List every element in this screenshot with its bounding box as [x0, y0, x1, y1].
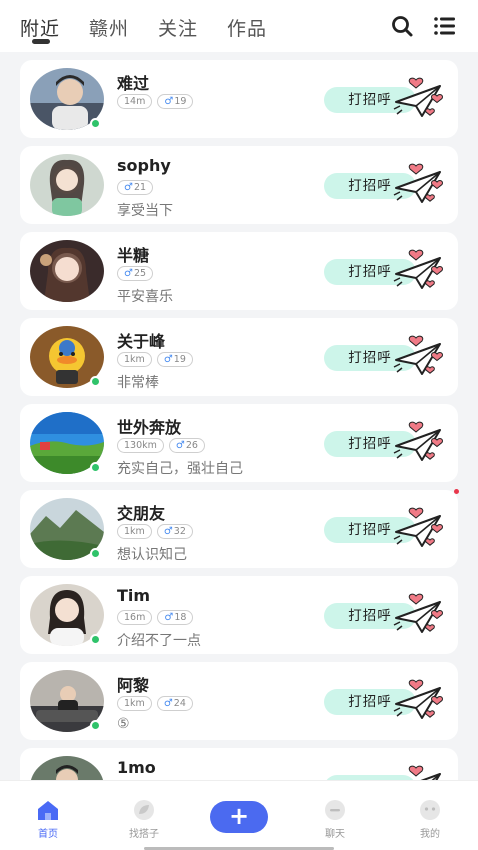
- age-tag: ♂ 18: [157, 610, 194, 625]
- age-tag: ♂ 26: [168, 438, 205, 453]
- age-tag: ♂ 21: [117, 180, 154, 195]
- user-name[interactable]: 难过: [117, 70, 149, 94]
- online-status-dot: [90, 118, 101, 129]
- age-tag: ♂ 24: [156, 696, 193, 711]
- user-name[interactable]: sophy: [117, 156, 171, 175]
- user-card[interactable]: 世外奔放 130km ♂ 26 充实自己，强壮自己 打招呼: [20, 404, 458, 482]
- nav-find-partner-label: 找搭子: [129, 829, 159, 840]
- search-icon[interactable]: [390, 14, 414, 38]
- user-name[interactable]: 半糖: [117, 242, 149, 266]
- paper-plane-hearts-icon[interactable]: [392, 248, 448, 294]
- user-signature: 享受当下: [117, 203, 173, 219]
- male-icon: ♂: [124, 268, 133, 279]
- user-card[interactable]: 关于峰 1km ♂ 19 非常棒 打招呼: [20, 318, 458, 396]
- user-tags: 1km ♂ 19: [117, 352, 193, 368]
- male-icon: ♂: [164, 612, 174, 623]
- distance-tag: 16m: [117, 610, 153, 625]
- user-tags: 16m ♂ 18: [117, 610, 194, 626]
- user-avatar[interactable]: [30, 154, 104, 216]
- nav-home-label: 首页: [38, 829, 58, 840]
- user-avatar[interactable]: [30, 756, 104, 780]
- tab-following[interactable]: 关注: [158, 14, 198, 41]
- paper-plane-hearts-icon[interactable]: [392, 334, 448, 380]
- notification-dot: [454, 489, 459, 494]
- nav-home[interactable]: 首页: [18, 799, 78, 840]
- male-icon: ♂: [163, 526, 173, 537]
- publish-plus-button[interactable]: +: [210, 801, 268, 833]
- distance-tag: 1km: [117, 696, 152, 711]
- tab-nearby[interactable]: 附近: [20, 14, 60, 41]
- paper-plane-hearts-icon[interactable]: [392, 764, 448, 780]
- male-icon: ♂: [163, 354, 173, 365]
- user-name[interactable]: 1mo: [117, 758, 156, 777]
- user-card[interactable]: 交朋友 1km ♂ 32 想认识知己 打招呼: [20, 490, 458, 568]
- distance-tag: 1km: [117, 524, 152, 539]
- age-tag: ♂ 25: [117, 266, 154, 281]
- user-name[interactable]: 阿黎: [117, 672, 149, 696]
- user-tags: ♂ 21: [117, 180, 154, 196]
- tab-ganzhou[interactable]: 赣州: [89, 14, 129, 41]
- paper-plane-hearts-icon[interactable]: [392, 76, 448, 122]
- list-menu-icon[interactable]: [433, 14, 457, 38]
- user-card[interactable]: sophy ♂ 21 享受当下 打招呼: [20, 146, 458, 224]
- nav-chat-label: 聊天: [325, 829, 345, 840]
- paper-plane-hearts-icon[interactable]: [392, 592, 448, 638]
- user-tags: 130km ♂ 26: [117, 438, 205, 454]
- nav-profile[interactable]: 我的: [400, 799, 460, 840]
- distance-tag: 14m: [117, 94, 153, 109]
- leaf-icon: [134, 800, 154, 820]
- user-tags: 14m ♂ 19: [117, 94, 194, 110]
- user-card[interactable]: 难过 14m ♂ 19 打招呼: [20, 60, 458, 138]
- user-card[interactable]: 阿黎 1km ♂ 24 ⑤ 打招呼: [20, 662, 458, 740]
- smiley-profile-icon: [420, 800, 440, 820]
- user-name[interactable]: Tim: [117, 586, 150, 605]
- nav-chat[interactable]: 聊天: [305, 799, 365, 840]
- paper-plane-hearts-icon[interactable]: [392, 506, 448, 552]
- online-status-dot: [90, 376, 101, 387]
- paper-plane-hearts-icon[interactable]: [392, 162, 448, 208]
- top-tab-bar: 附近 赣州 关注 作品: [0, 0, 478, 52]
- male-icon: ♂: [163, 698, 173, 709]
- age-tag: ♂ 19: [156, 352, 193, 367]
- user-tags: ♂ 25: [117, 266, 154, 282]
- user-card[interactable]: Tim 16m ♂ 18 介绍不了一点 打招呼: [20, 576, 458, 654]
- bottom-nav: 首页 找搭子 + 聊天 我的: [0, 780, 478, 850]
- user-name[interactable]: 交朋友: [117, 500, 165, 524]
- user-card[interactable]: 1mo 打招呼: [20, 748, 458, 780]
- online-status-dot: [90, 462, 101, 473]
- user-signature: ⑤: [117, 716, 130, 732]
- home-icon: [38, 801, 58, 820]
- user-name[interactable]: 关于峰: [117, 328, 165, 352]
- user-signature: 介绍不了一点: [117, 633, 201, 649]
- male-icon: ♂: [175, 440, 185, 451]
- paper-plane-hearts-icon[interactable]: [392, 678, 448, 724]
- nav-find-partner[interactable]: 找搭子: [114, 799, 174, 840]
- user-name[interactable]: 世外奔放: [117, 414, 181, 438]
- user-signature: 想认识知己: [117, 547, 187, 563]
- age-tag: ♂ 19: [157, 94, 194, 109]
- online-status-dot: [90, 548, 101, 559]
- distance-tag: 1km: [117, 352, 152, 367]
- online-status-dot: [90, 720, 101, 731]
- chat-bubble-icon: [325, 800, 345, 820]
- male-icon: ♂: [164, 96, 174, 107]
- paper-plane-hearts-icon[interactable]: [392, 420, 448, 466]
- age-tag: ♂ 32: [156, 524, 193, 539]
- active-tab-indicator: [32, 39, 50, 44]
- distance-tag: 130km: [117, 438, 164, 453]
- nearby-user-list[interactable]: 难过 14m ♂ 19 打招呼 sophy ♂ 21 享受当下 打招呼 半糖 ♂…: [0, 52, 478, 780]
- user-avatar[interactable]: [30, 240, 104, 302]
- user-signature: 平安喜乐: [117, 289, 173, 305]
- user-signature: 充实自己，强壮自己: [117, 461, 243, 477]
- online-status-dot: [90, 634, 101, 645]
- user-tags: 1km ♂ 32: [117, 524, 193, 540]
- user-card[interactable]: 半糖 ♂ 25 平安喜乐 打招呼: [20, 232, 458, 310]
- user-signature: 非常棒: [117, 375, 159, 391]
- tab-works[interactable]: 作品: [227, 14, 267, 41]
- user-tags: 1km ♂ 24: [117, 696, 193, 712]
- male-icon: ♂: [124, 182, 133, 193]
- nav-profile-label: 我的: [420, 829, 440, 840]
